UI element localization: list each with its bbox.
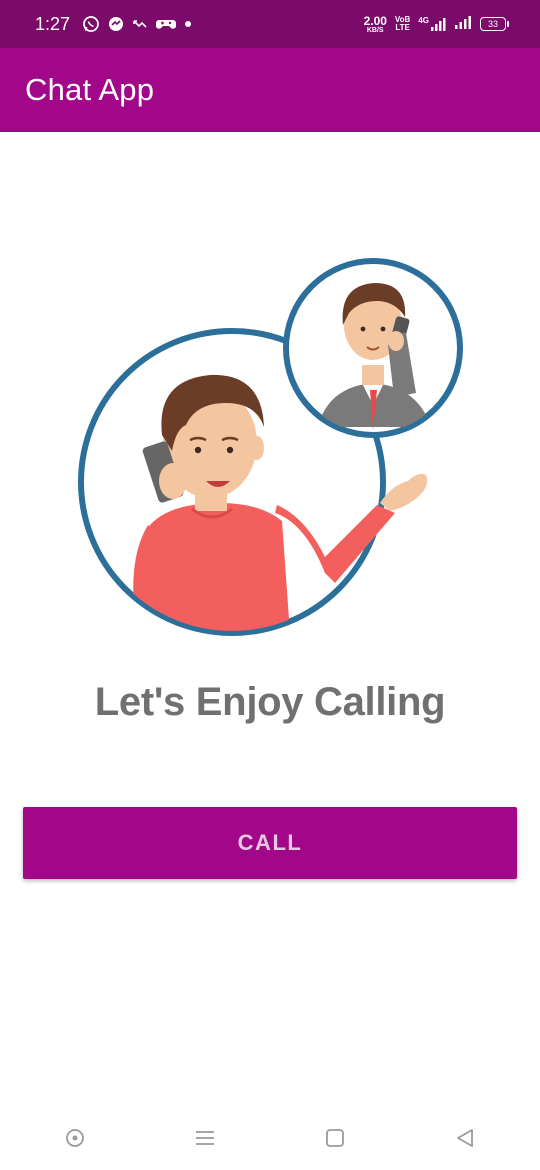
missed-call-icon xyxy=(132,16,148,32)
network-speed-unit: KB/S xyxy=(366,26,384,34)
battery-icon: 33 xyxy=(480,17,509,31)
notification-dot-icon xyxy=(184,20,192,28)
gamepad-icon xyxy=(156,16,177,32)
signal-icon xyxy=(454,14,472,35)
status-notification-icons xyxy=(82,15,192,33)
status-system-icons: 2.00 KB/S VoB LTE 4G 33 xyxy=(364,14,509,35)
messenger-icon xyxy=(108,16,124,32)
app-bar: Chat App xyxy=(0,48,540,132)
assistant-icon[interactable] xyxy=(55,1118,95,1158)
status-bar: 1:27 2.00 KB/S VoB LTE 4G 33 xyxy=(0,0,540,48)
signal-4g-icon: 4G xyxy=(418,16,446,32)
back-icon[interactable] xyxy=(445,1118,485,1158)
caller-hand xyxy=(380,473,428,511)
call-button[interactable]: CALL xyxy=(23,807,517,879)
volte-bottom-label: LTE xyxy=(395,23,410,32)
network-speed-value: 2.00 xyxy=(363,13,387,28)
volte-indicator: VoB LTE xyxy=(395,16,410,32)
network-type-label: 4G xyxy=(418,16,429,25)
tagline-heading: Let's Enjoy Calling xyxy=(94,680,446,724)
calling-illustration xyxy=(70,255,470,640)
whatsapp-icon xyxy=(82,15,100,33)
status-time: 1:27 xyxy=(35,13,71,34)
network-speed: 2.00 KB/S xyxy=(364,15,387,34)
recents-menu-icon[interactable] xyxy=(185,1118,225,1158)
home-icon[interactable] xyxy=(315,1118,355,1158)
app-title: Chat App xyxy=(25,72,155,107)
system-nav-bar xyxy=(0,1105,540,1170)
